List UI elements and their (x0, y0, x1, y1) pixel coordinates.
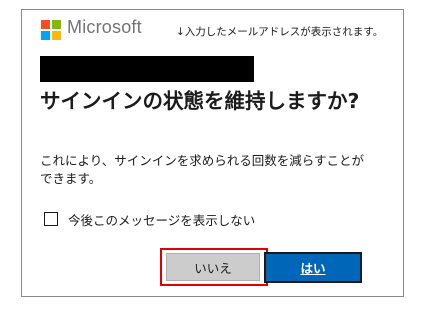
redacted-email (40, 56, 254, 82)
dialog-description: これにより、サインインを求められる回数を減らすことができます。 (40, 153, 365, 186)
dont-show-again-row[interactable]: 今後このメッセージを表示しない (44, 210, 255, 228)
dialog-title: サインインの状態を維持しますか? (40, 89, 360, 113)
microsoft-logo-icon (41, 20, 61, 40)
dont-show-again-checkbox[interactable] (44, 212, 58, 226)
yes-button[interactable]: はい (264, 252, 362, 283)
annotation-note: ↓入力したメールアドレスが表示されます。 (176, 26, 384, 38)
no-button[interactable]: いいえ (166, 253, 260, 281)
brand-name: Microsoft (67, 17, 142, 37)
dont-show-again-label: 今後このメッセージを表示しない (68, 212, 256, 228)
